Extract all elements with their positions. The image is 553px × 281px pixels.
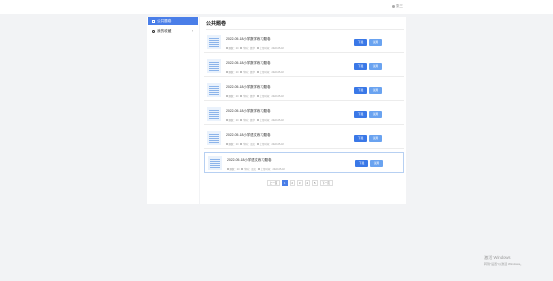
sidebar-item-label: 公共题卷 xyxy=(157,18,172,23)
item-meta: 题数：20 学科：数学 上传时间：2022-05-18 xyxy=(226,118,284,122)
preview-button[interactable]: 试用 xyxy=(369,111,382,118)
item-meta: 题数：20 学科：语文 上传时间：2022-05-18 xyxy=(226,142,284,146)
document-icon xyxy=(207,59,221,73)
item-subject: 学科：数学 xyxy=(243,47,255,50)
chevron-right-icon: › xyxy=(191,29,193,33)
item-title: 2022-05-18小学语文练习题卷 xyxy=(226,133,271,137)
item-title: 2022-05-18小学数学练习题卷 xyxy=(226,85,271,89)
preview-button[interactable]: 试用 xyxy=(369,39,382,46)
item-subject: 学科：语文 xyxy=(244,168,256,171)
download-button[interactable]: 下载 xyxy=(355,160,368,167)
item-date: 上传时间：2022-05-18 xyxy=(259,119,284,122)
preview-button[interactable]: 试用 xyxy=(369,135,382,142)
user-name: 张三 xyxy=(396,4,403,8)
item-meta: 题数：20 学科：语文 上传时间：2022-05-18 xyxy=(227,167,285,171)
list-item[interactable]: 2022-05-18小学数学练习题卷 题数：20 学科：数学 上传时间：2022… xyxy=(204,104,404,125)
item-subject: 学科：数学 xyxy=(243,95,255,98)
download-button[interactable]: 下载 xyxy=(354,135,367,142)
pagination: 上一页 1 2 3 4 5 下一页 xyxy=(267,180,333,186)
preview-button[interactable]: 试用 xyxy=(370,160,383,167)
item-title: 2022-05-18小学数学练习题卷 xyxy=(226,109,271,113)
watermark-subtitle: 转到"设置"以激活 Windows。 xyxy=(484,262,524,266)
preview-button[interactable]: 试用 xyxy=(369,63,382,70)
list-item[interactable]: 2022-05-18小学数学练习题卷 题数：20 学科：数学 上传时间：2022… xyxy=(204,56,404,77)
item-title: 2022-05-18小学数学练习题卷 xyxy=(226,61,271,65)
top-bar: 张三 xyxy=(0,0,553,14)
page-button-1[interactable]: 1 xyxy=(282,180,288,186)
document-icon xyxy=(208,156,222,170)
item-title: 2022-05-18小学数学练习题卷 xyxy=(226,37,271,41)
item-meta: 题数：20 学科：数学 上传时间：2022-05-18 xyxy=(226,70,284,74)
sidebar-item-label: 我的收藏 xyxy=(157,28,172,33)
sidebar-item-public[interactable]: 公共题卷 xyxy=(148,17,198,25)
item-count: 题数：20 xyxy=(228,95,239,98)
page-button-4[interactable]: 4 xyxy=(304,180,310,186)
page-title: 公共题卷 xyxy=(206,21,227,27)
preview-button[interactable]: 试用 xyxy=(369,87,382,94)
download-button[interactable]: 下载 xyxy=(354,63,367,70)
divider xyxy=(206,29,404,30)
main-panel: 公共题卷 2022-05-18小学数学练习题卷 题数：20 学科：数学 上传时间… xyxy=(200,17,406,204)
document-icon xyxy=(152,19,155,23)
user-menu[interactable]: 张三 xyxy=(392,4,403,9)
sidebar-item-favorites[interactable]: 我的收藏 › xyxy=(148,27,198,35)
windows-activation-watermark: 激活 Windows 转到"设置"以激活 Windows。 xyxy=(484,255,523,266)
item-count: 题数：20 xyxy=(229,168,240,171)
item-count: 题数：20 xyxy=(228,143,239,146)
item-subject: 学科：数学 xyxy=(243,119,255,122)
item-subject: 学科：语文 xyxy=(243,143,255,146)
sidebar: 公共题卷 我的收藏 › xyxy=(147,17,199,204)
item-date: 上传时间：2022-05-18 xyxy=(259,71,284,74)
document-icon xyxy=(207,131,221,145)
item-date: 上传时间：2022-05-18 xyxy=(259,143,284,146)
document-icon xyxy=(207,83,221,97)
item-meta: 题数：20 学科：数学 上传时间：2022-05-18 xyxy=(226,94,284,98)
page-button-5[interactable]: 5 xyxy=(312,180,318,186)
item-subject: 学科：数学 xyxy=(243,71,255,74)
item-date: 上传时间：2022-05-18 xyxy=(259,95,284,98)
item-count: 题数：20 xyxy=(228,119,239,122)
item-date: 上传时间：2022-05-18 xyxy=(260,168,285,171)
item-title: 2022-05-18小学语文练习题卷 xyxy=(227,158,272,162)
star-icon xyxy=(152,29,155,33)
list-item[interactable]: 2022-05-18小学语文练习题卷 题数：20 学科：语文 上传时间：2022… xyxy=(204,152,404,173)
download-button[interactable]: 下载 xyxy=(354,111,367,118)
user-icon xyxy=(392,4,395,8)
item-date: 上传时间：2022-05-18 xyxy=(259,47,284,50)
document-icon xyxy=(207,107,221,121)
item-count: 题数：20 xyxy=(228,71,239,74)
next-page-button[interactable]: 下一页 xyxy=(319,180,333,186)
item-meta: 题数：20 学科：数学 上传时间：2022-05-18 xyxy=(226,46,284,50)
download-button[interactable]: 下载 xyxy=(354,87,367,94)
watermark-title: 激活 Windows xyxy=(484,255,511,260)
list-item[interactable]: 2022-05-18小学数学练习题卷 题数：20 学科：数学 上传时间：2022… xyxy=(204,32,404,53)
list-item[interactable]: 2022-05-18小学语文练习题卷 题数：20 学科：语文 上传时间：2022… xyxy=(204,128,404,149)
document-icon xyxy=(207,35,221,49)
prev-page-button[interactable]: 上一页 xyxy=(267,180,280,186)
page-button-2[interactable]: 2 xyxy=(289,180,295,186)
item-count: 题数：20 xyxy=(228,47,239,50)
download-button[interactable]: 下载 xyxy=(354,39,367,46)
list-item[interactable]: 2022-05-18小学数学练习题卷 题数：20 学科：数学 上传时间：2022… xyxy=(204,80,404,101)
page-button-3[interactable]: 3 xyxy=(297,180,303,186)
